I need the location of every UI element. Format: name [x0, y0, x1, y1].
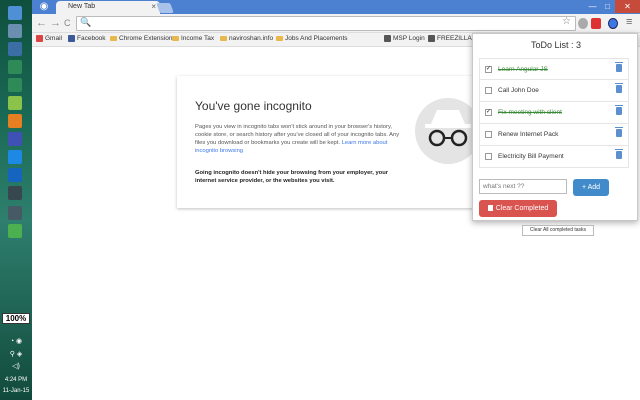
browser-toolbar: ← → C 🔍 ☆ ≡: [32, 14, 640, 33]
todo-text: Fix meeting with client: [498, 109, 562, 116]
volume-icon[interactable]: ◁): [4, 362, 28, 370]
todo-text: Renew Internet Pack: [498, 131, 559, 138]
todo-item: Call John Doe: [479, 80, 629, 102]
incognito-card: You've gone incognito Pages you view in …: [177, 76, 507, 208]
search-icon: 🔍: [80, 17, 92, 27]
chrome-menu-icon[interactable]: ≡: [626, 16, 632, 28]
back-icon[interactable]: ←: [36, 17, 47, 29]
extension-icon[interactable]: [578, 18, 588, 29]
computer-icon[interactable]: [8, 42, 22, 56]
reload-icon[interactable]: C: [64, 17, 71, 29]
incognito-title: You've gone incognito: [195, 99, 312, 113]
close-window-button[interactable]: ✕: [615, 0, 640, 13]
battery-indicator: 100%: [2, 313, 30, 324]
folder-icon: [276, 35, 283, 41]
extension-red-icon[interactable]: [591, 18, 601, 29]
incognito-profile-icon: ◉: [39, 1, 49, 12]
todo-list: ✓ Learn Angular JS Call John Doe ✓ Fix m…: [479, 58, 629, 168]
todo-title: ToDo List : 3: [530, 40, 582, 50]
terminal-icon[interactable]: [8, 186, 22, 200]
tray-icons[interactable]: ◔ ◉: [4, 337, 28, 345]
todo-item: ✓ Learn Angular JS: [479, 58, 629, 80]
bookmark-facebook[interactable]: Facebook: [68, 35, 106, 42]
tab-new-tab[interactable]: New Tab ×: [56, 1, 160, 14]
gmail-icon: [36, 35, 43, 42]
tray-icons-2[interactable]: ⚲ ◈: [4, 350, 28, 358]
minimize-button[interactable]: —: [585, 0, 600, 13]
folder-icon: [172, 35, 179, 41]
android-icon[interactable]: [8, 78, 22, 92]
todo-checkbox[interactable]: [485, 87, 492, 94]
windows-taskbar: 100% ◔ ◉ ⚲ ◈ ◁) 4:24 PM 11-Jan-15: [0, 0, 32, 400]
todo-item: Electricity Bill Payment: [479, 146, 629, 168]
trash-icon[interactable]: [615, 105, 623, 115]
todo-checkbox[interactable]: ✓: [485, 109, 492, 116]
page-icon: [428, 35, 435, 42]
todo-item: ✓ Fix meeting with client: [479, 102, 629, 124]
clear-completed-button[interactable]: Clear Completed: [479, 200, 557, 217]
tab-title: New Tab: [68, 3, 96, 10]
todo-text: Call John Doe: [498, 87, 539, 94]
maximize-button[interactable]: □: [600, 0, 615, 13]
add-todo-button[interactable]: + Add: [573, 179, 609, 196]
trash-icon[interactable]: [615, 83, 623, 93]
incognito-warning: Going incognito doesn't hide your browsi…: [195, 170, 389, 184]
trash-icon[interactable]: [615, 149, 623, 159]
todo-item: Renew Internet Pack: [479, 124, 629, 146]
file-explorer-icon[interactable]: [8, 24, 22, 38]
vlc-icon[interactable]: [8, 114, 22, 128]
folder-icon: [220, 35, 227, 41]
bookmark-gmail[interactable]: Gmail: [36, 35, 62, 42]
trash-icon: [487, 205, 493, 212]
chrome-window: ◉ New Tab × — □ ✕ ← → C 🔍 ☆ ≡ Gmail Face…: [32, 0, 640, 400]
address-bar[interactable]: 🔍: [76, 16, 576, 31]
bookmark-jobs[interactable]: Jobs And Placements: [276, 35, 348, 42]
window-icon[interactable]: [8, 206, 22, 220]
document-icon[interactable]: [8, 96, 22, 110]
clear-completed-tooltip: Clear All completed tasks: [522, 225, 594, 236]
new-todo-input[interactable]: [479, 179, 567, 194]
chrome-taskbar-icon[interactable]: [8, 224, 22, 238]
skype-icon[interactable]: [8, 132, 22, 146]
trash-icon[interactable]: [615, 127, 623, 137]
todo-popup: ToDo List : 3 ✓ Learn Angular JS Call Jo…: [472, 33, 638, 221]
todo-text: Learn Angular JS: [498, 66, 548, 73]
todo-checkbox[interactable]: [485, 153, 492, 160]
todo-checkbox[interactable]: [485, 131, 492, 138]
browser-icon[interactable]: [8, 150, 22, 164]
page-icon: [384, 35, 391, 42]
bookmark-freezilla[interactable]: FREEZILLA: [428, 35, 472, 42]
media-icon[interactable]: [8, 168, 22, 182]
facebook-icon: [68, 35, 75, 42]
title-bar: ◉ New Tab × — □ ✕: [32, 0, 640, 14]
incognito-description: Pages you view in incognito tabs won't s…: [195, 124, 400, 154]
clock-date[interactable]: 11-Jan-15: [0, 388, 32, 394]
tab-close-icon[interactable]: ×: [151, 2, 156, 11]
todo-extension-icon[interactable]: [608, 18, 618, 29]
bookmark-star-icon[interactable]: ☆: [562, 16, 571, 27]
bookmark-chrome-extension[interactable]: Chrome Extension: [110, 35, 172, 42]
todo-text: Electricity Bill Payment: [498, 153, 564, 160]
bookmark-msp-login[interactable]: MSP Login: [384, 35, 425, 42]
clock-time[interactable]: 4:24 PM: [0, 377, 32, 383]
start-icon[interactable]: [8, 6, 22, 20]
new-tab-button[interactable]: [156, 3, 174, 13]
trash-icon[interactable]: [615, 62, 623, 72]
todo-checkbox[interactable]: ✓: [485, 66, 492, 73]
app-icon[interactable]: [8, 60, 22, 74]
bookmark-income-tax[interactable]: Income Tax: [172, 35, 214, 42]
folder-icon: [110, 35, 117, 41]
bookmark-naviroshan[interactable]: naviroshan.info: [220, 35, 273, 42]
forward-icon[interactable]: →: [50, 17, 61, 29]
